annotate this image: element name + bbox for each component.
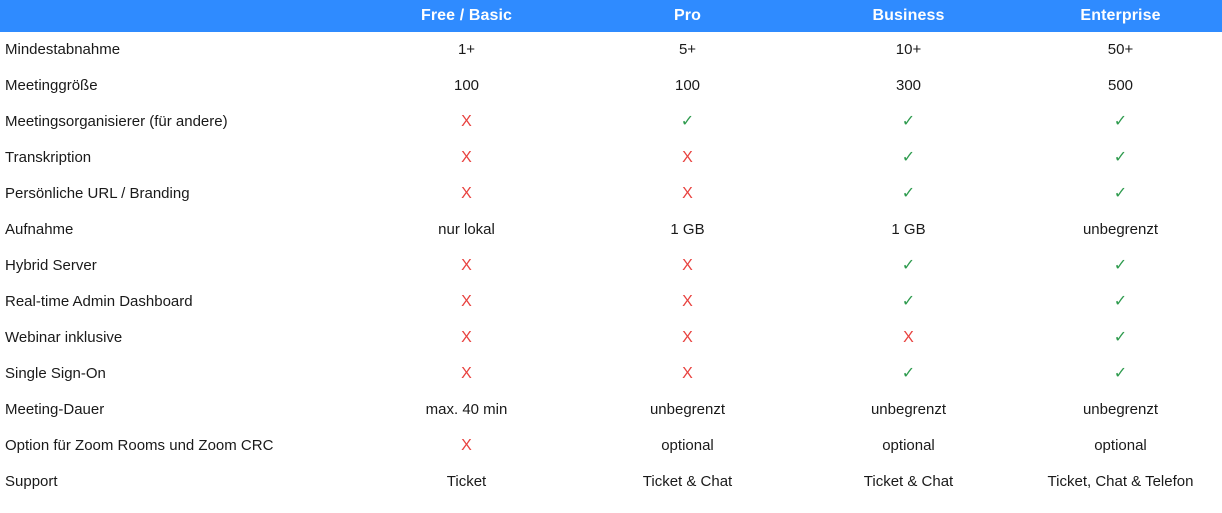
cell-value-enterprise: Ticket, Chat & Telefon xyxy=(1047,473,1194,490)
cell-value-enterprise: 50+ xyxy=(1107,41,1134,58)
cell-value-business: 300 xyxy=(895,77,922,94)
cross-icon: X xyxy=(682,329,693,346)
feature-label: Meetingsorganisierer (für andere) xyxy=(5,113,228,130)
feature-label: Webinar inklusive xyxy=(5,329,123,346)
table-row: Real-time Admin Dashboard X X ✓ ✓ xyxy=(0,284,1222,320)
cell-value-pro: unbegrenzt xyxy=(649,401,726,418)
cross-icon: X xyxy=(461,149,472,166)
check-icon: ✓ xyxy=(1113,365,1128,382)
column-header-enterprise: Enterprise xyxy=(1080,7,1161,24)
table-row: Meetingsorganisierer (für andere) X ✓ ✓ ✓ xyxy=(0,104,1222,140)
cell-value-free: 100 xyxy=(453,77,480,94)
check-icon: ✓ xyxy=(901,365,916,382)
feature-label: Persönliche URL / Branding xyxy=(5,185,190,202)
cell-value-business: unbegrenzt xyxy=(870,401,947,418)
check-icon: ✓ xyxy=(901,149,916,166)
check-icon: ✓ xyxy=(1113,293,1128,310)
check-icon: ✓ xyxy=(1113,149,1128,166)
check-icon: ✓ xyxy=(901,185,916,202)
feature-label: Meeting-Dauer xyxy=(5,401,105,418)
table-row: Meeting-Dauer max. 40 min unbegrenzt unbegr… xyxy=(0,392,1222,428)
cell-value-pro: Ticket & Chat xyxy=(642,473,733,490)
check-icon: ✓ xyxy=(1113,185,1128,202)
cross-icon: X xyxy=(461,437,472,454)
check-icon: ✓ xyxy=(901,113,916,130)
check-icon: ✓ xyxy=(901,257,916,274)
column-header-business: Business xyxy=(872,7,945,24)
feature-label: Option für Zoom Rooms und Zoom CRC xyxy=(5,437,274,454)
cell-value-business: 10+ xyxy=(895,41,922,58)
table-row: Single Sign-On X X ✓ ✓ xyxy=(0,356,1222,392)
cell-value-enterprise: unbegrenzt xyxy=(1082,401,1159,418)
plan-comparison-table: Free / Basic Pro Business Enterprise Min… xyxy=(0,0,1222,500)
feature-label: Transkription xyxy=(5,149,92,166)
cell-value-enterprise: 500 xyxy=(1107,77,1134,94)
cross-icon: X xyxy=(903,329,914,346)
table-row: Persönliche URL / Branding X X ✓ ✓ xyxy=(0,176,1222,212)
cross-icon: X xyxy=(682,185,693,202)
feature-label: Aufnahme xyxy=(5,221,74,238)
table-body: Mindestabnahme 1+ 5+ 10+ 50+ Meetinggröße 100 1… xyxy=(0,32,1222,500)
header-row: Free / Basic Pro Business Enterprise xyxy=(0,0,1222,32)
cell-value-pro: 100 xyxy=(674,77,701,94)
cross-icon: X xyxy=(461,185,472,202)
table-row: Meetinggröße 100 100 300 500 xyxy=(0,68,1222,104)
cross-icon: X xyxy=(461,365,472,382)
check-icon: ✓ xyxy=(1113,257,1128,274)
feature-label: Hybrid Server xyxy=(5,257,97,274)
cross-icon: X xyxy=(461,257,472,274)
feature-label: Meetinggröße xyxy=(5,77,98,94)
column-header-pro: Pro xyxy=(674,7,701,24)
feature-label: Mindestabnahme xyxy=(5,41,121,58)
cell-value-business: 1 GB xyxy=(891,221,926,238)
feature-label: Support xyxy=(5,473,58,490)
table-row: Mindestabnahme 1+ 5+ 10+ 50+ xyxy=(0,32,1222,68)
cell-value-enterprise: optional xyxy=(1094,437,1147,454)
cell-value-free: nur lokal xyxy=(438,221,495,238)
cell-value-business: Ticket & Chat xyxy=(863,473,954,490)
cross-icon: X xyxy=(461,113,472,130)
cell-value-pro: 5+ xyxy=(678,41,697,58)
table-row: Option für Zoom Rooms und Zoom CRC Xoptio… xyxy=(0,428,1222,464)
cell-value-enterprise: unbegrenzt xyxy=(1082,221,1159,238)
column-header-feature xyxy=(0,0,356,32)
column-header-free-basic: Free / Basic xyxy=(420,7,513,24)
feature-label: Real-time Admin Dashboard xyxy=(5,293,193,310)
cross-icon: X xyxy=(461,329,472,346)
cell-value-free: Ticket xyxy=(446,473,487,490)
cell-value-pro: 1 GB xyxy=(670,221,705,238)
check-icon: ✓ xyxy=(901,293,916,310)
cell-value-pro: optional xyxy=(661,437,714,454)
table-row: Hybrid Server X X ✓ ✓ xyxy=(0,248,1222,284)
cross-icon: X xyxy=(682,365,693,382)
cell-value-free: max. 40 min xyxy=(425,401,508,418)
cross-icon: X xyxy=(682,149,693,166)
cross-icon: X xyxy=(461,293,472,310)
check-icon: ✓ xyxy=(1113,329,1128,346)
table-row: Transkription X X ✓ ✓ xyxy=(0,140,1222,176)
table-row: Webinar inklusive X X X ✓ xyxy=(0,320,1222,356)
table-row: Aufnahme nur lokal 1 GB 1 GB unbegrenzt xyxy=(0,212,1222,248)
cell-value-free: 1+ xyxy=(457,41,476,58)
check-icon: ✓ xyxy=(680,113,695,130)
cell-value-business: optional xyxy=(882,437,935,454)
check-icon: ✓ xyxy=(1113,113,1128,130)
table-row: Support Ticket Ticket & Chat Ticket & Chat T… xyxy=(0,464,1222,500)
feature-label: Single Sign-On xyxy=(5,365,106,382)
cross-icon: X xyxy=(682,257,693,274)
table-header: Free / Basic Pro Business Enterprise xyxy=(0,0,1222,32)
cross-icon: X xyxy=(682,293,693,310)
